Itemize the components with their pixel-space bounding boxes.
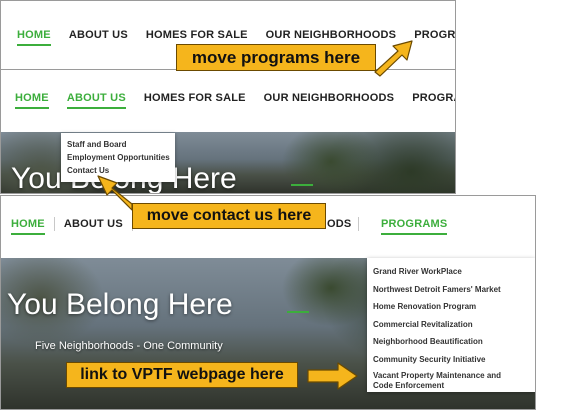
nav-programs[interactable]: PROGRAMS <box>381 218 448 235</box>
hero-title: You Belong Here <box>7 288 233 321</box>
dropdown-item-home-renovation[interactable]: Home Renovation Program <box>373 298 529 316</box>
nav-home[interactable]: HOME <box>17 29 51 46</box>
arrow-icon <box>374 40 413 77</box>
arrow-icon <box>97 175 133 211</box>
dropdown-item-employment-opportunities[interactable]: Employment Opportunities <box>67 151 170 164</box>
main-nav: HOME ABOUT US HOMES FOR SALE OUR NEIGHBO… <box>1 86 455 110</box>
nav-home[interactable]: HOME <box>15 92 49 109</box>
hero-subtitle: Five Neighborhoods - One Community <box>35 340 223 352</box>
nav-our-neighborhoods[interactable]: OUR NEIGHBORHOODS <box>264 92 395 104</box>
nav-divider <box>358 217 359 231</box>
dropdown-item-community-security[interactable]: Community Security Initiative <box>373 351 529 369</box>
dropdown-item-staff-and-board[interactable]: Staff and Board <box>67 138 169 151</box>
dropdown-item-commercial-revitalization[interactable]: Commercial Revitalization <box>373 316 529 334</box>
nav-divider <box>53 217 55 231</box>
callout-move-contact-us: move contact us here <box>132 203 326 229</box>
nav-about-us[interactable]: ABOUT US <box>64 218 123 230</box>
dropdown-item-vacant-property[interactable]: Vacant Property Maintenance and Code Enf… <box>373 371 513 391</box>
dropdown-item-neighborhood-beautification[interactable]: Neighborhood Beautification <box>373 333 529 351</box>
arrow-icon <box>307 362 358 390</box>
nav-programs[interactable]: PROGRAMS <box>412 92 455 104</box>
nav-about-us[interactable]: ABOUT US <box>66 92 126 109</box>
callout-link-vptf: link to VPTF webpage here <box>66 362 298 388</box>
hero-accent-line <box>287 311 309 313</box>
nav-homes-for-sale[interactable]: HOMES FOR SALE <box>144 92 246 104</box>
nav-home[interactable]: HOME <box>11 218 45 235</box>
callout-move-programs: move programs here <box>176 44 376 71</box>
nav-homes-for-sale[interactable]: HOMES FOR SALE <box>146 29 248 41</box>
nav-programs[interactable]: PROGRAMS <box>414 29 455 41</box>
nav-about-us[interactable]: ABOUT US <box>69 29 128 41</box>
dropdown-item-grand-river-workplace[interactable]: Grand River WorkPlace <box>373 263 529 281</box>
hero-accent-line <box>291 184 313 186</box>
screenshot-panel-2: You Belong Here HOME ABOUT US HOMES FOR … <box>0 69 456 194</box>
nav-our-neighborhoods[interactable]: ODS <box>327 218 351 230</box>
dropdown-item-farmers-market[interactable]: Northwest Detroit Famers' Market <box>373 281 529 299</box>
programs-dropdown: Grand River WorkPlace Northwest Detroit … <box>367 258 535 392</box>
